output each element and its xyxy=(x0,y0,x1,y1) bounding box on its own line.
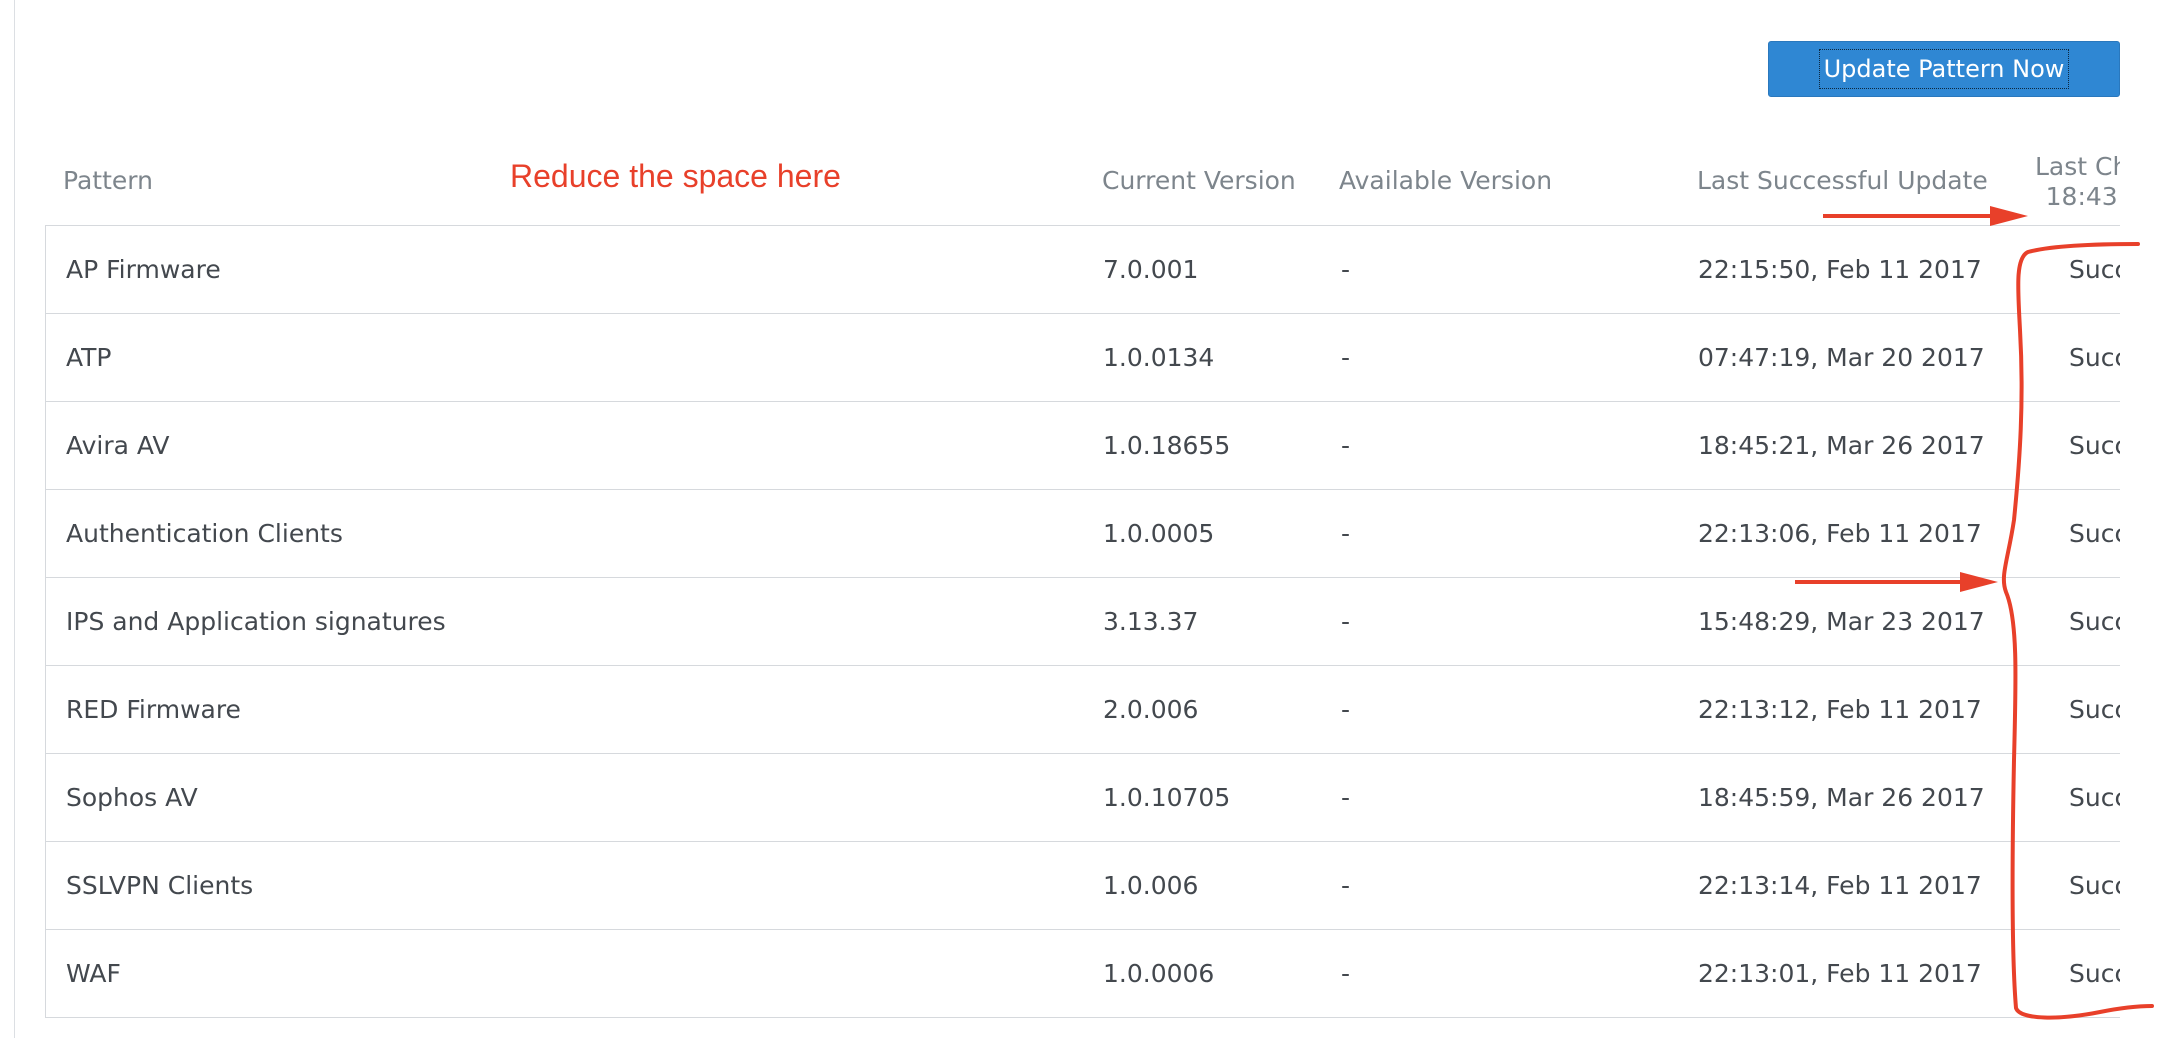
table-row[interactable]: Avira AV 1.0.18655 - 18:45:21, Mar 26 20… xyxy=(46,402,2120,490)
cell-last-update: 22:13:01, Feb 11 2017 xyxy=(1698,959,1982,988)
cell-current-version: 1.0.18655 xyxy=(1103,431,1231,460)
cell-pattern: Authentication Clients xyxy=(66,519,343,548)
cell-status: Succes xyxy=(2069,783,2120,812)
header-last-check-line2: 18:43 xyxy=(2045,182,2118,211)
cell-current-version: 3.13.37 xyxy=(1103,607,1199,636)
cell-current-version: 1.0.0005 xyxy=(1103,519,1215,548)
cell-available-version: - xyxy=(1341,959,1351,988)
cell-pattern: AP Firmware xyxy=(66,255,221,284)
cell-available-version: - xyxy=(1341,607,1351,636)
cell-pattern: Sophos AV xyxy=(66,783,198,812)
cell-status: Succes xyxy=(2069,607,2120,636)
table-row[interactable]: IPS and Application signatures 3.13.37 -… xyxy=(46,578,2120,666)
pattern-table: Pattern Current Version Available Versio… xyxy=(45,0,2120,1038)
cell-current-version: 2.0.006 xyxy=(1103,695,1199,724)
cell-current-version: 1.0.10705 xyxy=(1103,783,1231,812)
cell-status: Succes xyxy=(2069,959,2120,988)
cell-current-version: 1.0.0134 xyxy=(1103,343,1215,372)
cell-status: Succes xyxy=(2069,695,2120,724)
table-row[interactable]: Authentication Clients 1.0.0005 - 22:13:… xyxy=(46,490,2120,578)
cell-status: Succes xyxy=(2069,255,2120,284)
header-last-successful-update[interactable]: Last Successful Update xyxy=(1697,160,1988,202)
header-last-check-line1: Last Ch xyxy=(2035,152,2120,181)
cell-current-version: 1.0.0006 xyxy=(1103,959,1215,988)
cell-available-version: - xyxy=(1341,431,1351,460)
cell-available-version: - xyxy=(1341,255,1351,284)
cell-last-update: 07:47:19, Mar 20 2017 xyxy=(1698,343,1985,372)
cell-last-update: 18:45:21, Mar 26 2017 xyxy=(1698,431,1985,460)
header-current-version[interactable]: Current Version xyxy=(1102,160,1296,202)
table-row[interactable]: AP Firmware 7.0.001 - 22:15:50, Feb 11 2… xyxy=(46,226,2120,314)
cell-status: Succes xyxy=(2069,343,2120,372)
cell-pattern: Avira AV xyxy=(66,431,170,460)
cell-last-update: 22:15:50, Feb 11 2017 xyxy=(1698,255,1982,284)
cell-status: Succes xyxy=(2069,431,2120,460)
cell-last-update: 22:13:06, Feb 11 2017 xyxy=(1698,519,1982,548)
cell-available-version: - xyxy=(1341,519,1351,548)
table-body: AP Firmware 7.0.001 - 22:15:50, Feb 11 2… xyxy=(45,225,2120,1018)
header-pattern[interactable]: Pattern xyxy=(63,160,153,202)
table-row[interactable]: ATP 1.0.0134 - 07:47:19, Mar 20 2017 Suc… xyxy=(46,314,2120,402)
cell-available-version: - xyxy=(1341,695,1351,724)
table-row[interactable]: WAF 1.0.0006 - 22:13:01, Feb 11 2017 Suc… xyxy=(46,930,2120,1018)
cell-pattern: IPS and Application signatures xyxy=(66,607,446,636)
cell-status: Succes xyxy=(2069,871,2120,900)
annotation-text: Reduce the space here xyxy=(510,158,841,194)
table-row[interactable]: RED Firmware 2.0.006 - 22:13:12, Feb 11 … xyxy=(46,666,2120,754)
cell-available-version: - xyxy=(1341,871,1351,900)
table-row[interactable]: Sophos AV 1.0.10705 - 18:45:59, Mar 26 2… xyxy=(46,754,2120,842)
cell-pattern: RED Firmware xyxy=(66,695,241,724)
cell-pattern: WAF xyxy=(66,959,121,988)
cell-last-update: 22:13:12, Feb 11 2017 xyxy=(1698,695,1982,724)
cell-last-update: 18:45:59, Mar 26 2017 xyxy=(1698,783,1985,812)
cell-current-version: 7.0.001 xyxy=(1103,255,1199,284)
cell-last-update: 15:48:29, Mar 23 2017 xyxy=(1698,607,1985,636)
cell-status: Succes xyxy=(2069,519,2120,548)
header-last-check[interactable]: Last Ch 18:43 xyxy=(2035,152,2120,212)
cell-pattern: ATP xyxy=(66,343,112,372)
cell-pattern: SSLVPN Clients xyxy=(66,871,254,900)
cell-current-version: 1.0.006 xyxy=(1103,871,1199,900)
cell-available-version: - xyxy=(1341,783,1351,812)
table-row[interactable]: SSLVPN Clients 1.0.006 - 22:13:14, Feb 1… xyxy=(46,842,2120,930)
panel-left-border xyxy=(14,0,15,1038)
header-available-version[interactable]: Available Version xyxy=(1339,160,1552,202)
cell-available-version: - xyxy=(1341,343,1351,372)
cell-last-update: 22:13:14, Feb 11 2017 xyxy=(1698,871,1982,900)
